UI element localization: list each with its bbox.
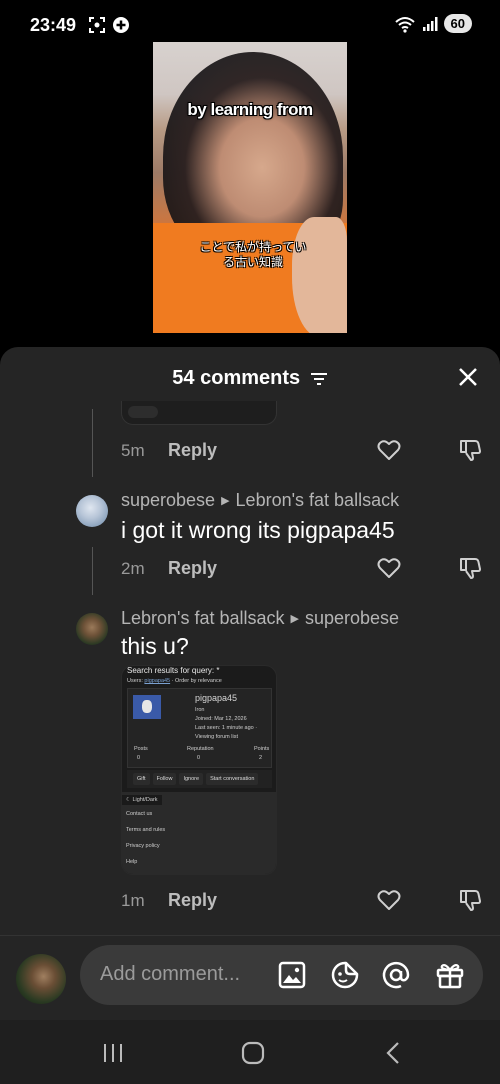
- attachment-menu-item: ☾ Light/Dark: [122, 795, 162, 805]
- reply-button[interactable]: Reply: [168, 558, 217, 579]
- attachment-follow-button: Follow: [152, 773, 177, 785]
- image-icon[interactable]: [277, 960, 307, 990]
- dislike-icon[interactable]: [457, 887, 483, 913]
- comment-author-line: Lebron's fat ballsack ▶ superobese: [121, 608, 399, 629]
- attachment-conversation-button: Start conversation: [206, 773, 259, 785]
- gift-icon[interactable]: [435, 960, 465, 990]
- attachment-action-buttons: Gift Follow Ignore Start conversation: [127, 770, 272, 788]
- attachment-users-link: pigpapa45: [144, 678, 171, 684]
- previous-attachment-pill: [128, 406, 158, 418]
- dislike-icon[interactable]: [457, 555, 483, 581]
- attachment-users-line: Users: pigpapa45 · Order by relevance: [127, 678, 222, 684]
- heart-icon[interactable]: [376, 555, 402, 581]
- input-divider: [0, 935, 500, 936]
- attachment-user-info: Iron Joined: Mar 12, 2026 Last seen: 1 m…: [195, 706, 257, 742]
- attachment-username: pigpapa45: [195, 693, 238, 703]
- comment-reply-to[interactable]: Lebron's fat ballsack: [236, 490, 400, 510]
- attachment-menu-item: Terms and rules: [126, 827, 166, 833]
- attachment-user-card: pigpapa45 Iron Joined: Mar 12, 2026 Last…: [127, 688, 272, 768]
- attachment-search-title: Search results for query: *: [127, 666, 220, 675]
- comment-attachment-image[interactable]: Search results for query: * Users: pigpa…: [121, 665, 277, 875]
- stat-value: 2: [259, 755, 263, 761]
- status-time: 23:49: [30, 15, 77, 35]
- status-right: 60: [394, 14, 472, 33]
- stat-label: Posts: [134, 746, 148, 752]
- attachment-menu-item: Contact us: [126, 811, 153, 817]
- close-icon[interactable]: [456, 365, 480, 389]
- thread-line: [92, 547, 93, 595]
- attachment-stat-posts: Posts 0: [134, 745, 148, 763]
- previous-attachment[interactable]: [121, 401, 277, 425]
- comment-meta: 2m Reply: [121, 553, 491, 583]
- comment-text: this u?: [121, 633, 189, 659]
- attachment-menu-item: Privacy policy: [126, 843, 160, 849]
- add-circle-icon: [113, 17, 129, 33]
- comment-author-line: superobese ▶ Lebron's fat ballsack: [121, 490, 399, 511]
- comment-time: 1m: [121, 891, 145, 910]
- video-caption-japanese-line2: る古い知識: [222, 255, 283, 269]
- home-icon[interactable]: [238, 1038, 268, 1068]
- comment-time: 5m: [121, 441, 145, 460]
- video-player[interactable]: by learning from ことで私が持ってい る古い知識: [153, 42, 347, 333]
- comment-reply-to[interactable]: superobese: [305, 608, 399, 628]
- system-navigation-bar: [0, 1020, 500, 1084]
- attachment-users-order: · Order by relevance: [171, 678, 222, 684]
- battery-indicator: 60: [443, 14, 472, 33]
- avatar[interactable]: [76, 495, 108, 527]
- video-caption-japanese: ことで私が持ってい る古い知識: [173, 240, 333, 270]
- comment-meta: 1m Reply: [121, 885, 491, 915]
- attachment-ignore-button: Ignore: [179, 773, 204, 785]
- comment-author[interactable]: superobese: [121, 490, 215, 510]
- reply-button[interactable]: Reply: [168, 890, 217, 911]
- avatar[interactable]: [76, 613, 108, 645]
- status-notification-icons: [88, 16, 130, 34]
- comments-count: 54 comments: [172, 367, 301, 390]
- comments-header: 54 comments: [0, 347, 500, 407]
- video-caption-japanese-line1: ことで私が持ってい: [199, 240, 307, 254]
- wifi-icon: [394, 16, 415, 33]
- signal-icon: [422, 16, 438, 31]
- heart-icon[interactable]: [376, 437, 402, 463]
- stat-label: Reputation: [187, 746, 214, 752]
- thread-line: [92, 409, 93, 477]
- heart-icon[interactable]: [376, 887, 402, 913]
- comment-author[interactable]: Lebron's fat ballsack: [121, 608, 285, 628]
- attachment-joined: Joined: Mar 12, 2026: [195, 716, 247, 722]
- video-caption-english: by learning from: [187, 100, 313, 119]
- dislike-icon[interactable]: [457, 437, 483, 463]
- screenshot-icon: [89, 17, 105, 33]
- attachment-viewing: Viewing forum list: [195, 734, 238, 740]
- comment-time: 2m: [121, 559, 145, 578]
- attachment-last-seen: Last seen: 1 minute ago ·: [195, 725, 258, 731]
- attachment-stat-reputation: Reputation 0: [187, 745, 214, 763]
- comment-text: i got it wrong its pigpapa45: [121, 517, 395, 543]
- comments-title: 54 comments: [0, 367, 500, 390]
- my-avatar[interactable]: [16, 954, 66, 1004]
- mention-icon[interactable]: [381, 960, 411, 990]
- sort-icon[interactable]: [310, 372, 328, 386]
- attachment-stat-points: Points 2: [254, 745, 269, 763]
- video-hand: [292, 217, 347, 333]
- reply-arrow-icon: ▶: [221, 495, 230, 507]
- stat-value: 0: [137, 755, 141, 761]
- stat-label: Points: [254, 746, 270, 752]
- recent-apps-icon[interactable]: [98, 1038, 128, 1068]
- comment-input-placeholder: Add comment...: [100, 963, 241, 985]
- comment-input[interactable]: Add comment...: [80, 945, 483, 1005]
- attachment-users-label: Users:: [127, 678, 143, 684]
- attachment-menu-item: Help: [126, 859, 138, 865]
- sticker-icon[interactable]: [330, 960, 360, 990]
- attachment-gift-button: Gift: [133, 773, 150, 785]
- stat-value: 0: [197, 755, 201, 761]
- reply-arrow-icon: ▶: [290, 613, 299, 625]
- comments-sheet: 54 comments 5m Reply superobese ▶ Lebron's…: [0, 347, 500, 1084]
- attachment-user-avatar: [133, 695, 161, 719]
- previous-reply-meta: 5m Reply: [121, 435, 491, 465]
- back-icon[interactable]: [378, 1038, 408, 1068]
- reply-button[interactable]: Reply: [168, 440, 217, 461]
- attachment-footer-menu: ☾ Light/Dark Contact us Terms and rules …: [122, 792, 276, 874]
- attachment-rank: Iron: [195, 707, 205, 713]
